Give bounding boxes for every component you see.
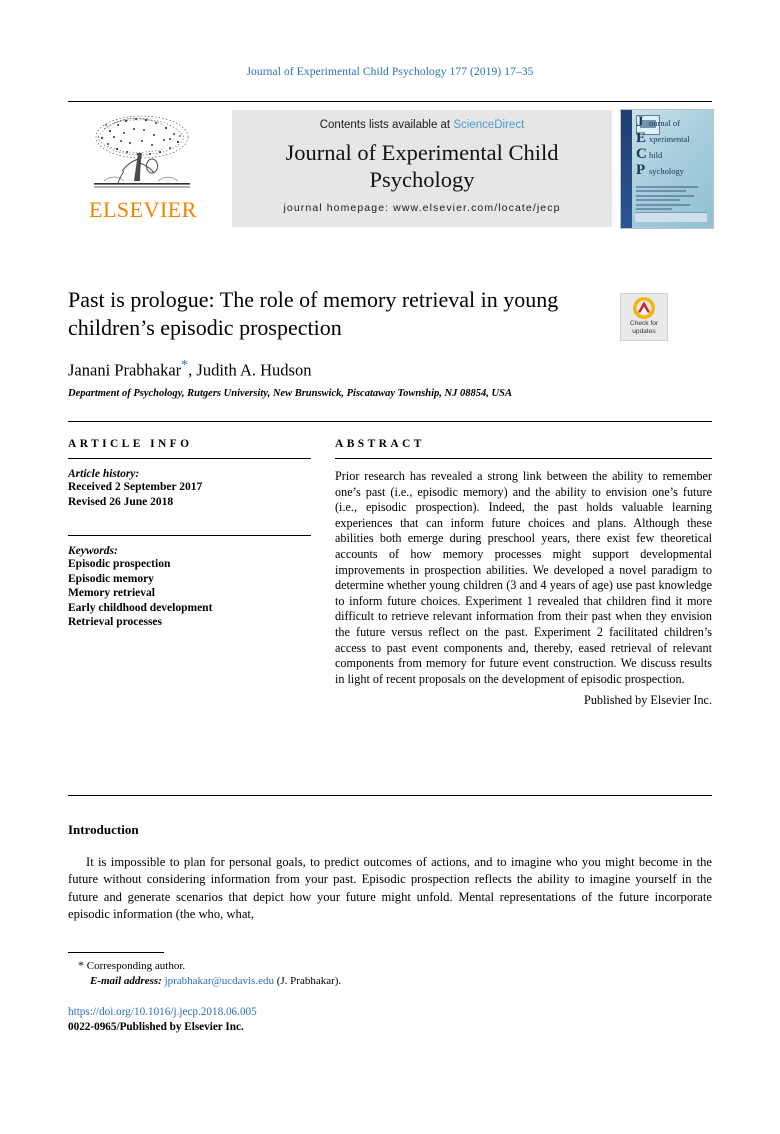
- abstract-text: Prior research has revealed a strong lin…: [335, 469, 712, 686]
- abstract-column: ABSTRACT Prior research has revealed a s…: [335, 438, 712, 708]
- elsevier-tree-icon: [80, 111, 202, 199]
- email-link[interactable]: jprabhakar@ucdavis.edu: [165, 975, 274, 987]
- author-list: Janani Prabhakar*, Judith A. Hudson: [68, 358, 712, 381]
- page-title: Past is prologue: The role of memory ret…: [68, 287, 559, 340]
- doi-link[interactable]: https://doi.org/10.1016/j.jecp.2018.06.0…: [68, 1005, 568, 1020]
- footnote-block: * Corresponding author. E-mail address: …: [68, 958, 568, 989]
- cover-letter: J: [636, 114, 644, 130]
- author-first: Janani Prabhakar: [68, 360, 182, 380]
- journal-title: Journal of Experimental Child Psychology: [285, 140, 559, 192]
- keyword-item: Episodic prospection: [68, 558, 171, 570]
- cover-word: sychology: [649, 166, 684, 176]
- cover-row: J ournal of: [636, 114, 710, 132]
- journal-masthead: ELSEVIER Contents lists available at Sci…: [68, 109, 714, 229]
- header-divider: [68, 101, 712, 102]
- cover-spine: [621, 110, 632, 228]
- cover-row: E xperimental: [636, 130, 710, 148]
- sciencedirect-link[interactable]: ScienceDirect: [453, 119, 524, 131]
- cover-word: xperimental: [649, 134, 690, 144]
- introduction-heading: Introduction: [68, 822, 139, 837]
- title-block: Past is prologue: The role of memory ret…: [68, 286, 712, 399]
- cover-letter: P: [636, 162, 646, 178]
- cover-row: C hild: [636, 146, 710, 164]
- article-info-column: ARTICLE INFO Article history: Received 2…: [68, 438, 311, 630]
- email-note: E-mail address: jprabhakar@ucdavis.edu (…: [68, 974, 568, 989]
- cover-footer-band: [635, 212, 707, 222]
- crossmark-line1: Check for: [629, 320, 659, 327]
- journal-cover-thumbnail[interactable]: J ournal of E xperimental C hild P sycho…: [620, 109, 714, 229]
- contents-prefix: Contents lists available at: [319, 119, 454, 131]
- cover-row: P sychology: [636, 162, 710, 180]
- journal-info-panel: Contents lists available at ScienceDirec…: [232, 110, 612, 227]
- crossmark-line2: updates: [632, 327, 656, 335]
- cover-jecp-letters: J ournal of E xperimental C hild P sycho…: [636, 114, 710, 180]
- affiliation: Department of Psychology, Rutgers Univer…: [68, 387, 512, 399]
- keyword-item: Episodic memory: [68, 572, 154, 585]
- cover-word: hild: [649, 150, 663, 160]
- corresponding-author-text: Corresponding author.: [86, 960, 186, 972]
- cover-letter: E: [636, 130, 647, 146]
- info-section-divider: [68, 421, 712, 422]
- article-info-heading: ARTICLE INFO: [68, 438, 193, 450]
- received-date: Received 2 September 2017: [68, 481, 203, 493]
- introduction-section: Introduction It is impossible to plan fo…: [68, 822, 712, 924]
- cover-word: ournal of: [649, 118, 680, 128]
- keywords-rule: [68, 535, 311, 536]
- elsevier-wordmark: ELSEVIER: [89, 197, 197, 222]
- crossmark-icon: [633, 297, 655, 319]
- elsevier-logo: ELSEVIER: [68, 109, 218, 229]
- issn-copyright-line: 0022-0965/Published by Elsevier Inc.: [68, 1020, 244, 1033]
- body-divider: [68, 795, 712, 796]
- revised-date: Revised 26 June 2018: [68, 495, 174, 508]
- doi-block: https://doi.org/10.1016/j.jecp.2018.06.0…: [68, 1005, 568, 1034]
- contents-available-line: Contents lists available at ScienceDirec…: [232, 119, 612, 131]
- footnote-star: *: [78, 958, 84, 972]
- paper-page: Journal of Experimental Child Psychology…: [0, 0, 780, 1134]
- keyword-item: Early childhood development: [68, 601, 213, 614]
- abstract-rule: [335, 458, 712, 459]
- abstract-publisher: Published by Elsevier Inc.: [584, 693, 712, 708]
- journal-homepage-link[interactable]: journal homepage: www.elsevier.com/locat…: [232, 202, 612, 214]
- author-rest: , Judith A. Hudson: [188, 360, 312, 380]
- email-suffix: (J. Prabhakar).: [276, 975, 342, 987]
- keywords-label: Keywords:: [68, 545, 118, 557]
- abstract-heading: ABSTRACT: [335, 438, 425, 450]
- email-label: E-mail address:: [90, 975, 162, 987]
- running-head: Journal of Experimental Child Psychology…: [246, 66, 534, 78]
- cover-letter: C: [636, 146, 647, 162]
- corresponding-author-note: * Corresponding author.: [68, 958, 568, 974]
- keyword-item: Memory retrieval: [68, 587, 155, 599]
- footnote-divider: [68, 952, 164, 953]
- keyword-item: Retrieval processes: [68, 616, 162, 628]
- introduction-paragraph: It is impossible to plan for personal go…: [68, 855, 712, 922]
- article-info-rule: [68, 458, 311, 459]
- crossmark-badge[interactable]: Check for updates: [620, 293, 668, 341]
- article-history-label: Article history:: [68, 468, 140, 480]
- crossmark-label: Check for updates: [621, 320, 667, 335]
